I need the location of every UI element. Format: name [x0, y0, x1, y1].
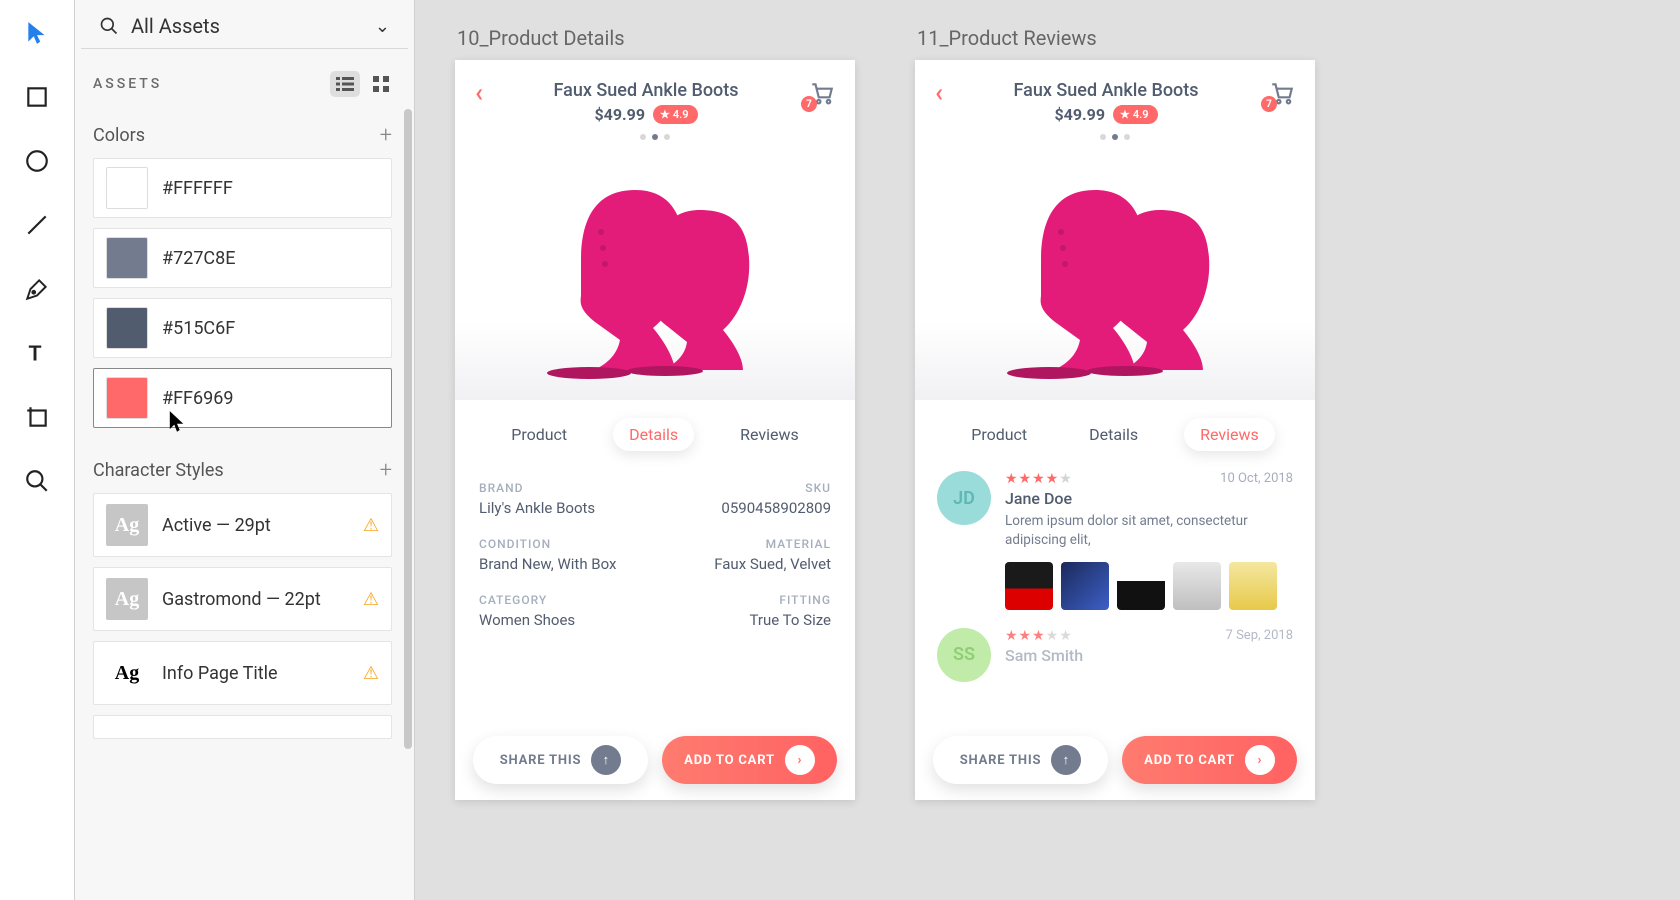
cursor-icon — [168, 409, 186, 433]
tab-reviews[interactable]: Reviews — [724, 418, 815, 451]
charstyles-group-title: Character Styles — [93, 460, 224, 481]
assets-search-label: All Assets — [131, 14, 363, 38]
charstyle-row[interactable]: Ag Info Page Title ⚠ — [93, 641, 392, 705]
product-title: Faux Sued Ankle Boots — [483, 80, 809, 101]
color-swatch-row[interactable]: #727C8E — [93, 228, 392, 288]
tab-details[interactable]: Details — [1073, 418, 1154, 451]
artboard-label[interactable]: 10_Product Details — [455, 26, 855, 50]
panel-scrollbar[interactable] — [404, 109, 412, 749]
tab-product[interactable]: Product — [495, 418, 583, 451]
thumbnail[interactable] — [1005, 562, 1053, 610]
arrow-up-icon: ↑ — [591, 745, 621, 775]
cart-count-badge: 7 — [1261, 96, 1277, 112]
charstyle-label: Info Page Title — [162, 663, 349, 684]
assets-search[interactable]: All Assets ⌄ — [81, 0, 408, 49]
add-to-cart-button[interactable]: ADD TO CART› — [1122, 736, 1297, 784]
arrow-up-icon: ↑ — [1051, 745, 1081, 775]
product-price: $49.99 — [1054, 105, 1105, 124]
design-canvas[interactable]: 10_Product Details ‹ Faux Sued Ankle Boo… — [415, 0, 1680, 900]
thumbnail[interactable] — [1229, 562, 1277, 610]
thumbnail[interactable] — [1117, 562, 1165, 610]
review-thumbnails — [1005, 562, 1293, 610]
assets-panel: All Assets ⌄ ASSETS Colors + #FFFFFF #72… — [75, 0, 415, 900]
chevron-right-icon: › — [1245, 745, 1275, 775]
chevron-down-icon[interactable]: ⌄ — [375, 16, 390, 37]
color-swatch — [106, 167, 148, 209]
product-price: $49.99 — [594, 105, 645, 124]
color-label: #FFFFFF — [162, 178, 233, 199]
zoom-tool-icon[interactable] — [24, 468, 50, 494]
list-view-button[interactable] — [330, 71, 360, 97]
star-rating: ★★★★★ — [1005, 628, 1073, 644]
tab-details[interactable]: Details — [613, 418, 694, 451]
color-label: #515C6F — [162, 318, 235, 339]
back-button[interactable]: ‹ — [475, 80, 483, 106]
reviewer-name: Jane Doe — [1005, 489, 1293, 508]
text-tool-icon[interactable]: T — [24, 340, 50, 366]
charstyle-label: Active — 29pt — [162, 515, 349, 536]
reviewer-name: Sam Smith — [1005, 646, 1293, 665]
cart-button[interactable]: 7 — [1269, 80, 1295, 110]
artboard-label[interactable]: 11_Product Reviews — [915, 26, 1315, 50]
charstyle-badge: Ag — [106, 578, 148, 620]
charstyle-badge: Ag — [106, 652, 148, 694]
review-item: SS ★★★★★ 7 Sep, 2018 Sam Smith — [937, 628, 1293, 682]
color-swatch — [106, 237, 148, 279]
cart-count-badge: 7 — [801, 96, 817, 112]
ellipse-tool-icon[interactable] — [24, 148, 50, 174]
charstyle-row[interactable]: Ag Active — 29pt ⚠ — [93, 493, 392, 557]
color-label: #727C8E — [162, 248, 236, 269]
warning-icon: ⚠ — [363, 589, 379, 610]
add-color-button[interactable]: + — [380, 123, 392, 148]
star-rating: ★★★★★ — [1005, 471, 1073, 487]
tab-reviews[interactable]: Reviews — [1184, 418, 1275, 451]
product-image — [455, 140, 855, 400]
avatar: SS — [937, 628, 991, 682]
avatar: JD — [937, 471, 991, 525]
thumbnail[interactable] — [1173, 562, 1221, 610]
rectangle-tool-icon[interactable] — [24, 84, 50, 110]
add-to-cart-button[interactable]: ADD TO CART› — [662, 736, 837, 784]
charstyle-label: Gastromond — 22pt — [162, 589, 349, 610]
review-text: Lorem ipsum dolor sit amet, consectetur … — [1005, 512, 1293, 550]
color-swatch-row[interactable]: #515C6F — [93, 298, 392, 358]
artboard-tool-icon[interactable] — [24, 404, 50, 430]
color-swatch-row[interactable]: #FFFFFF — [93, 158, 392, 218]
review-date: 7 Sep, 2018 — [1226, 628, 1293, 643]
charstyle-row[interactable] — [93, 715, 392, 739]
product-title: Faux Sued Ankle Boots — [943, 80, 1269, 101]
rating-badge: ★ 4.9 — [1113, 105, 1158, 124]
color-swatch-row[interactable]: #FF6969 — [93, 368, 392, 428]
chevron-right-icon: › — [785, 745, 815, 775]
product-image — [915, 140, 1315, 400]
review-item: JD ★★★★★ 10 Oct, 2018 Jane Doe Lorem ips… — [937, 471, 1293, 610]
artboard-product-reviews[interactable]: ‹ Faux Sued Ankle Boots $49.99 ★ 4.9 7 — [915, 60, 1315, 800]
line-tool-icon[interactable] — [24, 212, 50, 238]
tool-rail: T — [0, 0, 75, 900]
pen-tool-icon[interactable] — [24, 276, 50, 302]
warning-icon: ⚠ — [363, 663, 379, 684]
warning-icon: ⚠ — [363, 515, 379, 536]
color-label: #FF6969 — [162, 388, 233, 409]
assets-section-title: ASSETS — [93, 76, 162, 92]
color-swatch — [106, 307, 148, 349]
colors-group-title: Colors — [93, 125, 145, 146]
charstyle-badge: Ag — [106, 504, 148, 546]
color-swatch — [106, 377, 148, 419]
rating-badge: ★ 4.9 — [653, 105, 698, 124]
search-icon — [99, 16, 119, 36]
back-button[interactable]: ‹ — [935, 80, 943, 106]
grid-view-button[interactable] — [366, 71, 396, 97]
add-charstyle-button[interactable]: + — [380, 458, 392, 483]
tab-product[interactable]: Product — [955, 418, 1043, 451]
share-button[interactable]: SHARE THIS↑ — [473, 736, 648, 784]
review-date: 10 Oct, 2018 — [1220, 471, 1293, 486]
charstyle-row[interactable]: Ag Gastromond — 22pt ⚠ — [93, 567, 392, 631]
cart-button[interactable]: 7 — [809, 80, 835, 110]
artboard-product-details[interactable]: ‹ Faux Sued Ankle Boots $49.99 ★ 4.9 7 — [455, 60, 855, 800]
share-button[interactable]: SHARE THIS↑ — [933, 736, 1108, 784]
svg-text:T: T — [28, 342, 41, 366]
select-tool-icon[interactable] — [24, 20, 50, 46]
thumbnail[interactable] — [1061, 562, 1109, 610]
